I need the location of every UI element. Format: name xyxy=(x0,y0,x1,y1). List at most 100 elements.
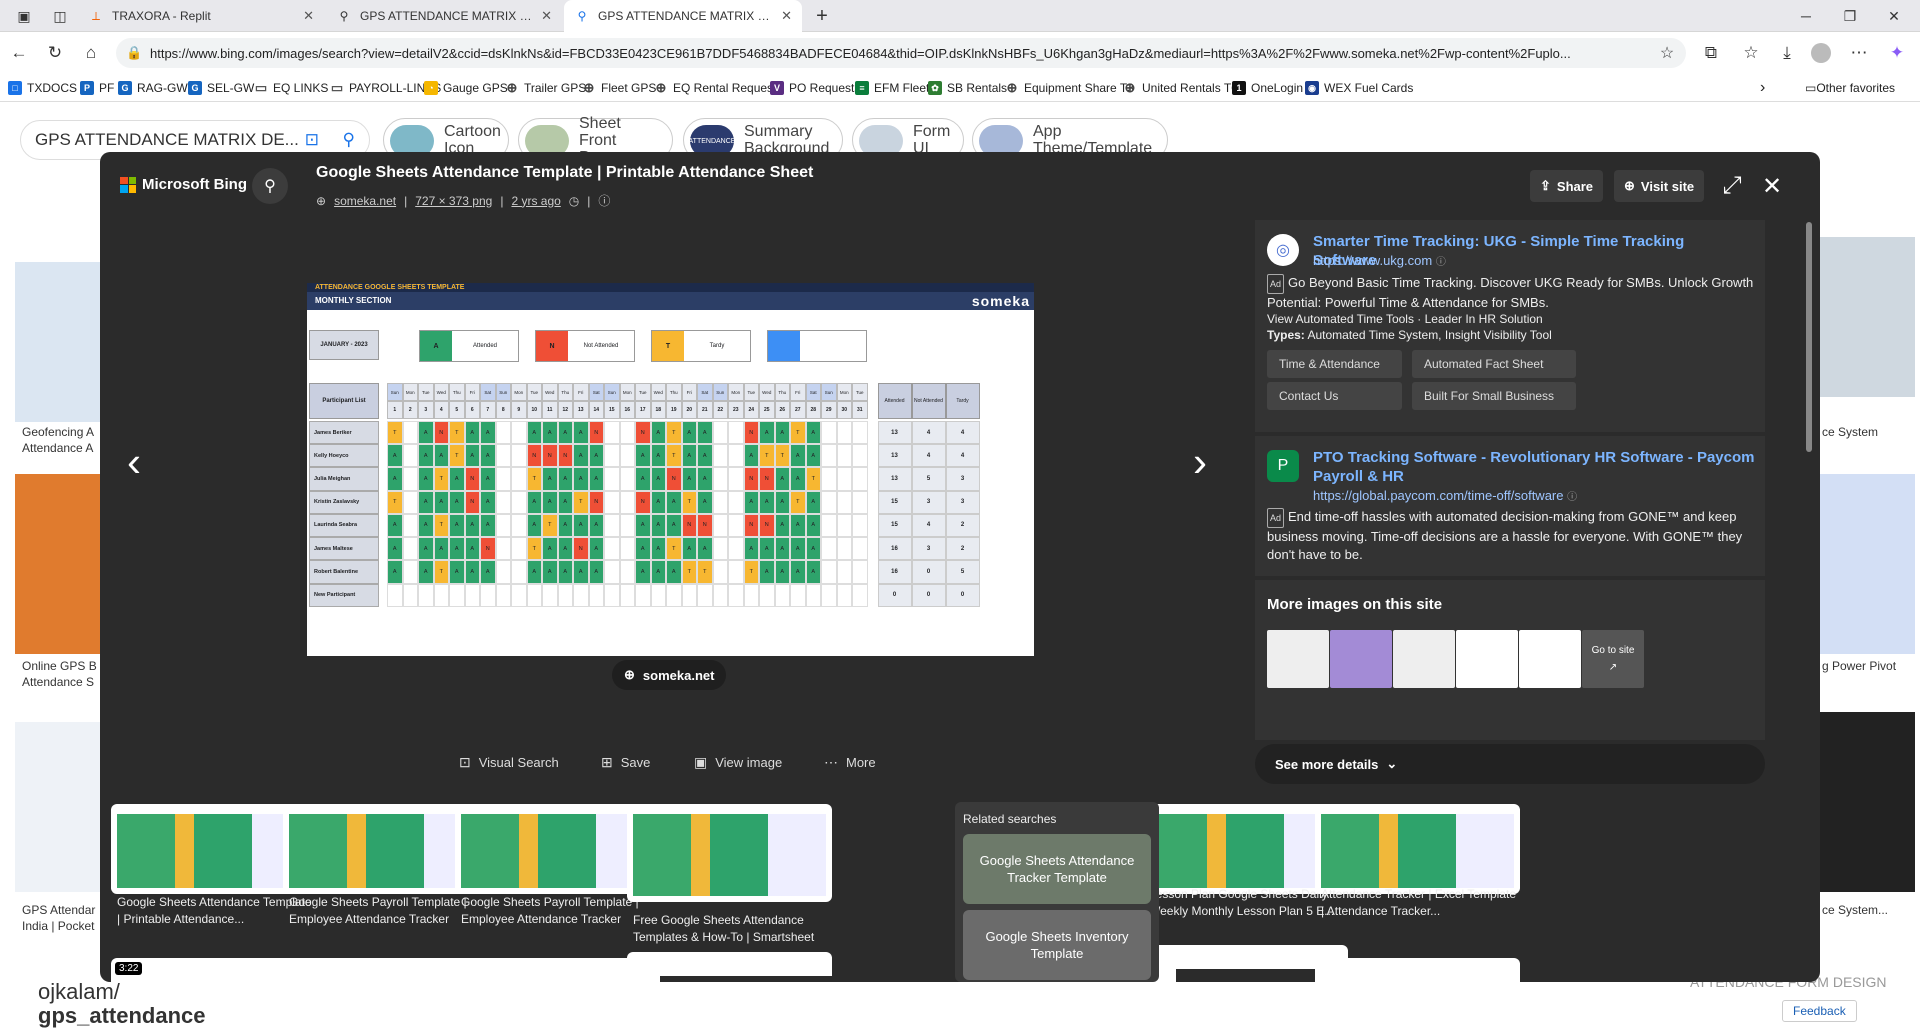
related-search-item[interactable]: Google Sheets Inventory Template xyxy=(963,910,1151,980)
tab-traxora[interactable]: ⟂ TRAXORA - Replit ✕ xyxy=(78,0,324,32)
workspaces-icon[interactable]: ▣ xyxy=(6,0,42,32)
related-search-item[interactable]: Google Sheets Attendance Tracker Templat… xyxy=(963,834,1151,904)
other-favorites[interactable]: ▭ Other favorites xyxy=(1805,78,1895,98)
tab-gps-1[interactable]: ⚲ GPS ATTENDANCE MATRIX DESIG ✕ xyxy=(326,0,562,32)
bookmark-item[interactable]: ⊕ Equipment Share T3 xyxy=(1005,78,1134,98)
bookmark-item[interactable]: ⊕ Fleet GPS xyxy=(582,78,657,98)
bookmark-item[interactable]: G RAG-GW xyxy=(118,78,188,98)
ad-card-paycom[interactable]: P PTO Tracking Software - Revolutionary … xyxy=(1255,436,1765,576)
background-caption[interactable]: Geofencing A Attendance A xyxy=(22,424,112,456)
new-tab-button[interactable]: + xyxy=(804,0,840,32)
related-image-thumb[interactable] xyxy=(1315,804,1520,894)
bookmark-item[interactable]: ◉ WEX Fuel Cards xyxy=(1305,78,1413,98)
bookmark-item[interactable]: ▭ EQ LINKS xyxy=(254,78,329,98)
url-field[interactable]: 🔒 https://www.bing.com/images/search?vie… xyxy=(116,38,1686,68)
info-icon[interactable]: ⓘ xyxy=(1567,492,1577,503)
favorites-icon[interactable]: ☆ xyxy=(1738,40,1764,66)
background-thumb[interactable] xyxy=(15,722,105,892)
repo-name[interactable]: gps_attendance xyxy=(38,1004,206,1028)
related-image-caption[interactable]: Google Sheets Payroll Template | Employe… xyxy=(289,894,489,928)
ad-url[interactable]: https://global.paycom.com/time-off/softw… xyxy=(1313,488,1577,503)
bookmark-item[interactable]: G SEL-GW xyxy=(188,78,254,98)
prev-image-icon[interactable]: ‹ xyxy=(114,432,154,492)
bookmark-item[interactable]: ✿ SB Rentals xyxy=(928,78,1007,98)
related-image-thumb[interactable] xyxy=(627,952,832,976)
bookmark-item[interactable]: ⊕ EQ Rental Requests xyxy=(654,78,783,98)
ad-chip[interactable]: Contact Us xyxy=(1267,382,1402,410)
source-badge[interactable]: ⊕ someka.net xyxy=(612,660,727,690)
background-caption[interactable]: Online GPS B Attendance S xyxy=(22,658,112,690)
minimize-icon[interactable]: ─ xyxy=(1788,0,1824,32)
ad-chip[interactable]: Automated Fact Sheet xyxy=(1412,350,1576,378)
bookmark-item[interactable]: ⊕ Trailer GPS xyxy=(505,78,587,98)
source-link[interactable]: someka.net xyxy=(334,194,396,208)
save-button[interactable]: ⊞ Save xyxy=(601,748,650,776)
more-button[interactable]: ⋯ More xyxy=(824,748,876,776)
background-caption[interactable]: ce System xyxy=(1822,424,1878,440)
ad-card-ukg[interactable]: ◎ Smarter Time Tracking: UKG - Simple Ti… xyxy=(1255,220,1765,432)
dimensions-link[interactable]: 727 × 373 png xyxy=(415,194,492,208)
lock-icon[interactable]: 🔒 xyxy=(126,45,142,61)
view-image-button[interactable]: ▣ View image xyxy=(694,748,782,776)
repo-owner[interactable]: ojkalam/ xyxy=(38,980,120,1004)
image-title[interactable]: Google Sheets Attendance Template | Prin… xyxy=(316,164,813,182)
background-thumb[interactable] xyxy=(1820,712,1915,892)
bookmark-item[interactable]: □ TXDOCS xyxy=(8,78,77,98)
bookmark-item[interactable]: V PO Requests xyxy=(770,78,860,98)
related-image-thumb[interactable] xyxy=(627,804,832,902)
see-more-details-button[interactable]: See more details ⌄ xyxy=(1255,744,1765,784)
bookmark-item[interactable]: 1 OneLogin xyxy=(1232,78,1303,98)
window-close-icon[interactable]: ✕ xyxy=(1876,0,1912,32)
close-icon[interactable]: ✕ xyxy=(541,8,552,24)
visual-search-button[interactable]: ⊡ Visual Search xyxy=(459,748,559,776)
menu-icon[interactable]: ⋯ xyxy=(1846,40,1872,66)
ad-chip[interactable]: Time & Attendance xyxy=(1267,350,1402,378)
back-icon[interactable]: ← xyxy=(6,40,32,66)
tab-actions-icon[interactable]: ◫ xyxy=(42,0,78,32)
ad-title[interactable]: PTO Tracking Software - Revolutionary HR… xyxy=(1313,448,1763,486)
tab-gps-2[interactable]: ⚲ GPS ATTENDANCE MATRIX DESIG ✕ xyxy=(564,0,802,32)
bing-logo[interactable]: Microsoft Bing xyxy=(120,176,247,193)
ad-chip[interactable]: Built For Small Business xyxy=(1412,382,1576,410)
background-caption[interactable]: GPS Attendar India | Pocket xyxy=(22,902,112,934)
background-caption[interactable]: g Power Pivot xyxy=(1822,658,1896,674)
scrollbar[interactable] xyxy=(1806,222,1812,452)
feedback-button[interactable]: Feedback xyxy=(1782,1000,1857,1022)
copilot-icon[interactable]: ✦ xyxy=(1884,40,1910,66)
background-thumb[interactable] xyxy=(1820,474,1915,654)
overlay-search-button[interactable]: ⚲ xyxy=(252,168,288,204)
next-image-icon[interactable]: › xyxy=(1180,432,1220,492)
restore-icon[interactable]: ❐ xyxy=(1832,0,1868,32)
profile-avatar[interactable] xyxy=(1808,40,1834,66)
visit-site-button[interactable]: ⊕ Visit site xyxy=(1614,170,1705,202)
age-link[interactable]: 2 yrs ago xyxy=(511,194,560,208)
related-image-thumb[interactable] xyxy=(1315,958,1520,982)
background-thumb[interactable] xyxy=(15,474,105,654)
background-thumb[interactable] xyxy=(1820,237,1915,397)
downloads-icon[interactable]: ⤓ xyxy=(1774,40,1800,66)
more-image-thumb[interactable] xyxy=(1393,630,1455,688)
go-to-site-button[interactable]: Go to site ↗ xyxy=(1582,630,1644,688)
reload-icon[interactable]: ↻ xyxy=(42,40,68,66)
home-icon[interactable]: ⌂ xyxy=(78,40,104,66)
visual-search-icon[interactable]: ⊡ xyxy=(305,130,319,150)
more-image-thumb[interactable] xyxy=(1330,630,1392,688)
related-image-caption[interactable]: Attendance Tracker | Excel Template | At… xyxy=(1321,886,1521,920)
close-icon[interactable]: ✕ xyxy=(781,8,792,24)
preview-image[interactable]: ATTENDANCE GOOGLE SHEETS TEMPLATE MONTHL… xyxy=(307,283,1034,656)
related-image-caption[interactable]: Google Sheets Attendance Template | Prin… xyxy=(117,894,317,928)
info-icon[interactable]: ⓘ xyxy=(1436,257,1446,268)
favorite-star-icon[interactable]: ☆ xyxy=(1654,40,1680,66)
share-button[interactable]: ⇪ Share xyxy=(1530,170,1604,202)
more-image-thumb[interactable] xyxy=(1456,630,1518,688)
bookmark-item[interactable]: ◔ Gauge GPS xyxy=(424,78,508,98)
background-caption[interactable]: ce System... xyxy=(1822,902,1888,918)
more-image-thumb[interactable] xyxy=(1267,630,1329,688)
background-thumb[interactable] xyxy=(15,262,105,422)
close-icon[interactable]: ✕ xyxy=(303,8,314,24)
extensions-icon[interactable]: ⧉ xyxy=(1698,40,1724,66)
close-icon[interactable]: ✕ xyxy=(1756,170,1788,202)
chevron-right-icon[interactable]: › xyxy=(1760,78,1765,98)
more-image-thumb[interactable] xyxy=(1519,630,1581,688)
ad-url[interactable]: https://www.ukg.com ⓘ xyxy=(1313,253,1446,268)
